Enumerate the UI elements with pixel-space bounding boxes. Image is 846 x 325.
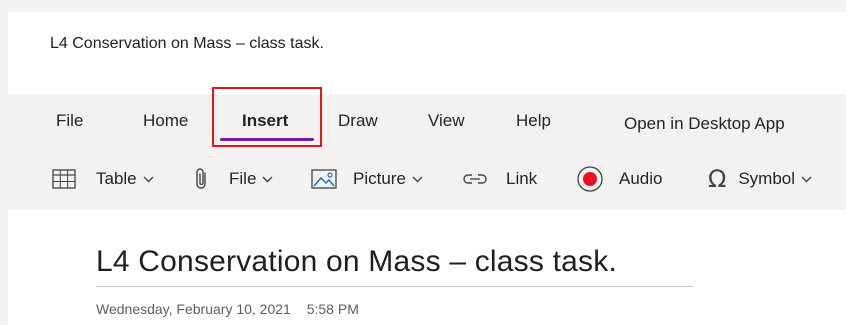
tab-view[interactable]: View	[428, 111, 465, 131]
table-icon	[52, 168, 76, 190]
chevron-down-icon	[412, 176, 423, 183]
title-bar	[8, 12, 846, 94]
audio-label: Audio	[619, 169, 663, 188]
tab-draw[interactable]: Draw	[338, 111, 378, 131]
chevron-down-icon	[262, 176, 273, 183]
page-date: Wednesday, February 10, 2021	[96, 301, 291, 317]
tab-insert-underline	[220, 138, 314, 141]
tab-home[interactable]: Home	[143, 111, 188, 131]
tab-insert[interactable]: Insert	[242, 111, 288, 131]
page-title-divider	[96, 286, 693, 287]
page-time: 5:58 PM	[306, 301, 359, 317]
tab-help[interactable]: Help	[516, 111, 551, 131]
symbol-button[interactable]: Ω Symbol	[708, 166, 812, 192]
omega-icon: Ω	[708, 165, 727, 193]
link-label: Link	[506, 169, 538, 188]
picture-label: Picture	[353, 169, 406, 188]
chevron-down-icon	[801, 176, 812, 183]
document-title: L4 Conservation on Mass – class task.	[50, 35, 324, 52]
table-label: Table	[96, 169, 137, 188]
paperclip-icon	[195, 167, 209, 191]
symbol-label: Symbol	[738, 169, 796, 188]
link-icon	[461, 169, 489, 189]
audio-button[interactable]: Audio	[576, 166, 662, 192]
open-in-desktop-button[interactable]: Open in Desktop App	[624, 114, 785, 134]
table-button[interactable]: Table	[52, 166, 154, 192]
tab-file[interactable]: File	[56, 111, 83, 131]
top-band	[8, 0, 846, 12]
page-title[interactable]: L4 Conservation on Mass – class task.	[96, 245, 617, 279]
page-timestamp: Wednesday, February 10, 2021 5:58 PM	[96, 301, 359, 317]
record-icon	[576, 165, 604, 193]
left-strip	[0, 0, 8, 325]
link-button[interactable]: Link	[461, 166, 537, 192]
file-label: File	[229, 169, 257, 188]
picture-icon	[311, 168, 337, 190]
attach-file-button[interactable]: File	[195, 166, 273, 192]
picture-button[interactable]: Picture	[311, 166, 423, 192]
chevron-down-icon	[143, 176, 154, 183]
